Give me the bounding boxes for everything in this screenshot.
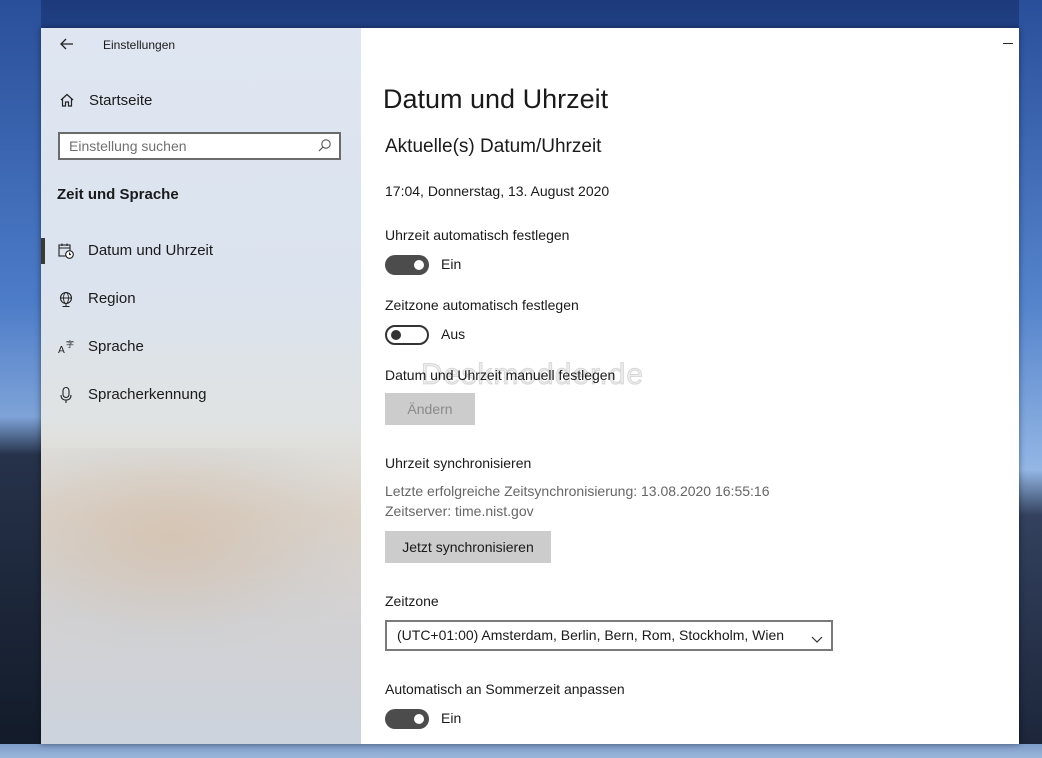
sync-now-button[interactable]: Jetzt synchronisieren (385, 531, 551, 563)
search-box[interactable] (58, 132, 341, 160)
desktop-background-right (1019, 0, 1042, 758)
dst-label: Automatisch an Sommerzeit anpassen (385, 681, 625, 697)
minimize-button[interactable] (1003, 36, 1015, 48)
manual-datetime-label: Datum und Uhrzeit manuell festlegen (385, 367, 616, 383)
sidebar-item-region[interactable]: Region (41, 282, 361, 316)
page-title: Datum und Uhrzeit (383, 84, 609, 114)
change-button[interactable]: Ändern (385, 393, 475, 425)
dst-toggle[interactable]: Ein (385, 709, 545, 729)
back-arrow-icon[interactable] (57, 34, 77, 54)
svg-text:字: 字 (66, 339, 74, 349)
language-icon: A字 (57, 338, 75, 356)
sync-title: Uhrzeit synchronisieren (385, 455, 532, 471)
home-icon (59, 92, 75, 108)
svg-text:A: A (58, 345, 65, 356)
settings-window: Einstellungen Startseite Zeit und Sprach… (41, 28, 1019, 744)
auto-timezone-toggle[interactable]: Aus (385, 325, 545, 345)
sidebar-section-title: Zeit und Sprache (57, 186, 179, 203)
sidebar-item-home[interactable]: Startseite (41, 86, 361, 116)
auto-time-label: Uhrzeit automatisch festlegen (385, 227, 570, 243)
sidebar-item-sprache[interactable]: A字 Sprache (41, 330, 361, 364)
section-title: Aktuelle(s) Datum/Uhrzeit (385, 136, 602, 157)
toggle-knob (414, 714, 424, 724)
chevron-down-icon (811, 631, 823, 643)
title-bar: Einstellungen (41, 28, 361, 62)
sidebar-item-spracherkennung[interactable]: Spracherkennung (41, 378, 361, 412)
sidebar: Einstellungen Startseite Zeit und Sprach… (41, 28, 361, 744)
timezone-label: Zeitzone (385, 593, 439, 609)
toggle-state-text: Ein (441, 256, 462, 272)
time-server-text: Zeitserver: time.nist.gov (385, 503, 534, 519)
sidebar-item-label: Sprache (88, 338, 144, 355)
last-sync-text: Letzte erfolgreiche Zeitsynchronisierung… (385, 483, 770, 499)
toggle-knob (414, 260, 424, 270)
toggle-switch[interactable] (385, 325, 429, 345)
sidebar-item-label: Spracherkennung (88, 386, 207, 403)
search-icon[interactable] (317, 138, 332, 153)
auto-timezone-label: Zeitzone automatisch festlegen (385, 297, 579, 313)
app-title: Einstellungen (103, 38, 176, 52)
main-pane: Datum und Uhrzeit Aktuelle(s) Datum/Uhrz… (361, 28, 1019, 744)
sidebar-item-datum-und-uhrzeit[interactable]: Datum und Uhrzeit (41, 234, 361, 268)
toggle-state-text: Ein (441, 710, 462, 726)
selection-indicator (41, 238, 45, 264)
toggle-switch[interactable] (385, 709, 429, 729)
toggle-switch[interactable] (385, 255, 429, 275)
home-label: Startseite (89, 92, 153, 109)
calendar-clock-icon (57, 242, 75, 260)
globe-icon (57, 290, 75, 308)
search-input[interactable] (60, 134, 309, 158)
desktop-background-bottom (0, 744, 1042, 758)
microphone-icon (57, 386, 75, 404)
timezone-select[interactable]: (UTC+01:00) Amsterdam, Berlin, Bern, Rom… (385, 620, 833, 651)
toggle-knob (391, 330, 401, 340)
sidebar-item-label: Region (88, 290, 136, 307)
sidebar-item-label: Datum und Uhrzeit (88, 242, 214, 259)
timezone-value: (UTC+01:00) Amsterdam, Berlin, Bern, Rom… (397, 627, 785, 643)
toggle-state-text: Aus (441, 326, 466, 342)
sidebar-acrylic-blur (41, 448, 361, 648)
current-datetime: 17:04, Donnerstag, 13. August 2020 (385, 183, 610, 199)
auto-time-toggle[interactable]: Ein (385, 255, 545, 275)
desktop-background-left (0, 0, 41, 758)
